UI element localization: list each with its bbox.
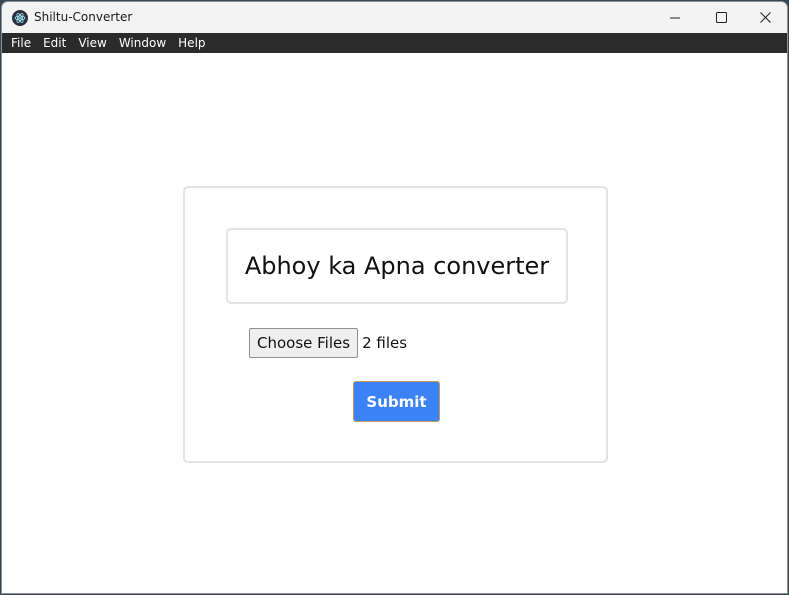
submit-button[interactable]: Submit	[353, 381, 440, 422]
close-button[interactable]	[742, 2, 787, 33]
electron-icon	[12, 10, 28, 26]
main-content: Abhoy ka Apna converter Choose Files 2 f…	[2, 53, 787, 593]
menu-help[interactable]: Help	[172, 33, 211, 53]
close-icon	[759, 12, 771, 23]
window-title: Shiltu-Converter	[34, 10, 133, 24]
menu-file[interactable]: File	[5, 33, 37, 53]
file-input[interactable]: Choose Files 2 files	[249, 328, 407, 358]
menu-bar: File Edit View Window Help	[2, 33, 787, 53]
maximize-button[interactable]	[698, 2, 744, 33]
heading-box: Abhoy ka Apna converter	[226, 228, 568, 304]
page-title: Abhoy ka Apna converter	[244, 252, 550, 280]
minimize-button[interactable]	[652, 2, 698, 33]
converter-card: Abhoy ka Apna converter Choose Files 2 f…	[183, 186, 608, 463]
menu-edit[interactable]: Edit	[37, 33, 72, 53]
choose-files-button[interactable]: Choose Files	[249, 328, 359, 358]
menu-window[interactable]: Window	[113, 33, 172, 53]
file-count-status: 2 files	[362, 334, 408, 352]
menu-view[interactable]: View	[72, 33, 112, 53]
minimize-icon	[670, 17, 680, 18]
title-bar[interactable]: Shiltu-Converter	[2, 2, 787, 33]
maximize-icon	[715, 12, 727, 23]
app-window: Shiltu-Converter File Edit View Window H…	[1, 1, 788, 594]
